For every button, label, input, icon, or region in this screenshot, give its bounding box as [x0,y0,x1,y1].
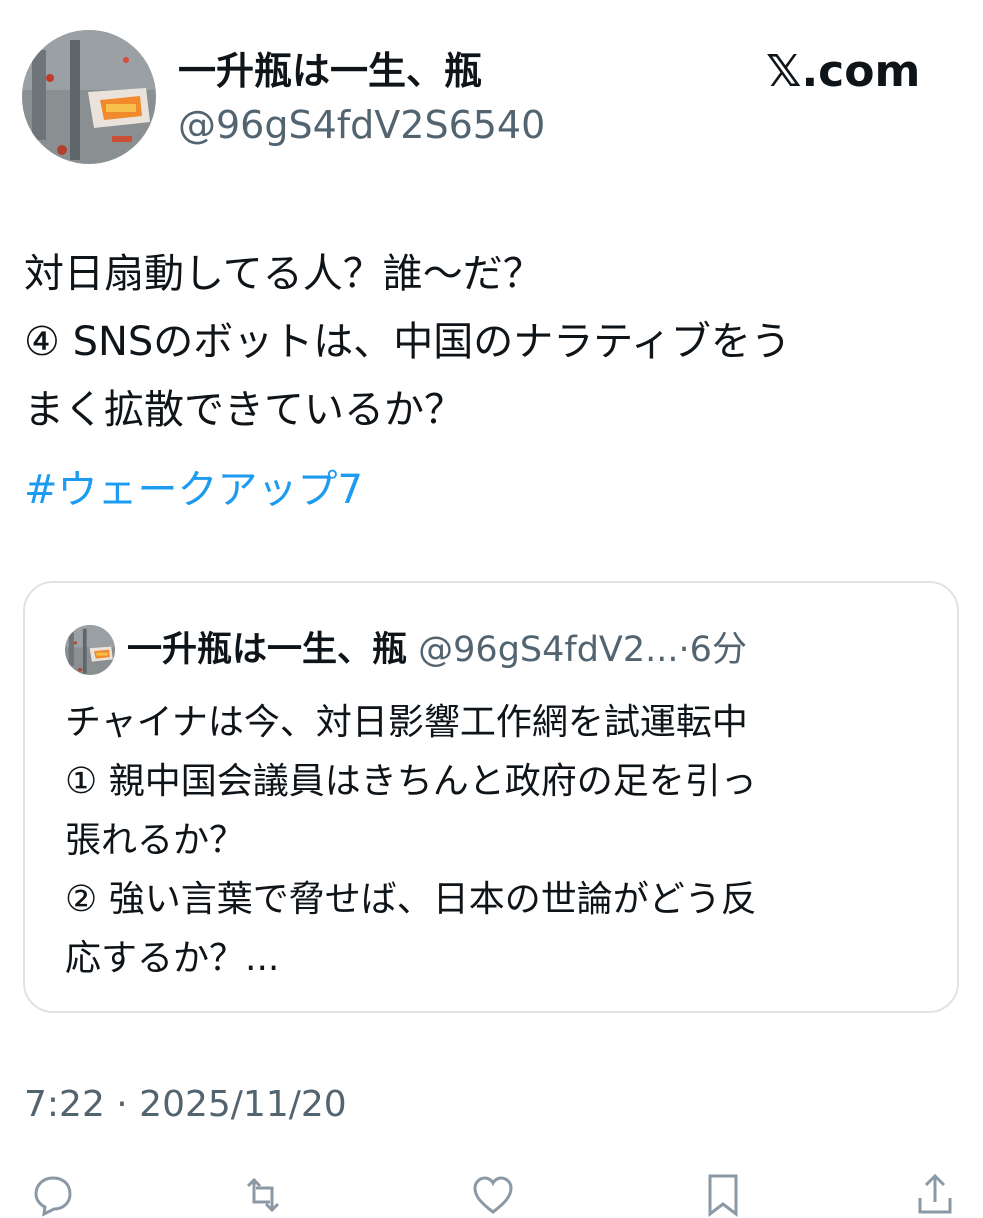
hashtag-link[interactable]: #ウェークアップ7 [24,456,363,524]
reply-icon[interactable] [30,1172,76,1218]
tweet-text: 対日扇動してる人？誰〜だ？ ④ SNSのボットは、中国のナラティブをう まく拡散… [24,240,954,444]
author-handle[interactable]: @96gS4fdV2S6540 [178,100,545,150]
quoted-text-line: ① 親中国会議員はきちんと政府の足を引っ [65,761,757,802]
tweet-text-line: 対日扇動してる人？誰〜だ？ [24,251,543,297]
quoted-text-line: ② 強い言葉で脅せば、日本の世論がどう反 [65,879,757,920]
like-icon[interactable] [470,1172,516,1218]
avatar-image [65,625,115,675]
x-brand-logo: 𝕏.com [766,46,921,97]
quoted-author-handle: @96gS4fdV2... [418,630,679,670]
bookmark-icon[interactable] [700,1172,746,1218]
tweet-text-line: まく拡散できているか？ [24,387,464,433]
author-avatar[interactable] [22,30,156,164]
tweet-text-line: ④ SNSのボットは、中国のナラティブをう [24,319,791,365]
quoted-text-line: チャイナは今、対日影響工作網を試運転中 [65,702,748,743]
quoted-text-line: 張れるか？ [65,820,246,861]
retweet-icon[interactable] [240,1172,286,1218]
quoted-time: 6分 [689,630,747,670]
quoted-tweet-card[interactable]: 一升瓶は一生、瓶 @96gS4fdV2...·6分 チャイナは今、対日影響工作網… [23,581,959,1013]
quoted-text-line: 応するか？... [65,938,280,979]
share-icon[interactable] [912,1172,958,1218]
quoted-separator: · [678,630,690,670]
tweet-timestamp[interactable]: 7:22 · 2025/11/20 [24,1080,347,1130]
quoted-tweet-header: 一升瓶は一生、瓶 @96gS4fdV2...·6分 [127,625,747,675]
quoted-author-name: 一升瓶は一生、瓶 [127,630,408,670]
action-bar [0,1172,983,1218]
quoted-author-avatar [65,625,115,675]
avatar-image [22,30,156,164]
author-name[interactable]: 一升瓶は一生、瓶 [178,46,482,96]
quoted-tweet-text: チャイナは今、対日影響工作網を試運転中 ① 親中国会議員はきちんと政府の足を引っ… [65,693,935,988]
